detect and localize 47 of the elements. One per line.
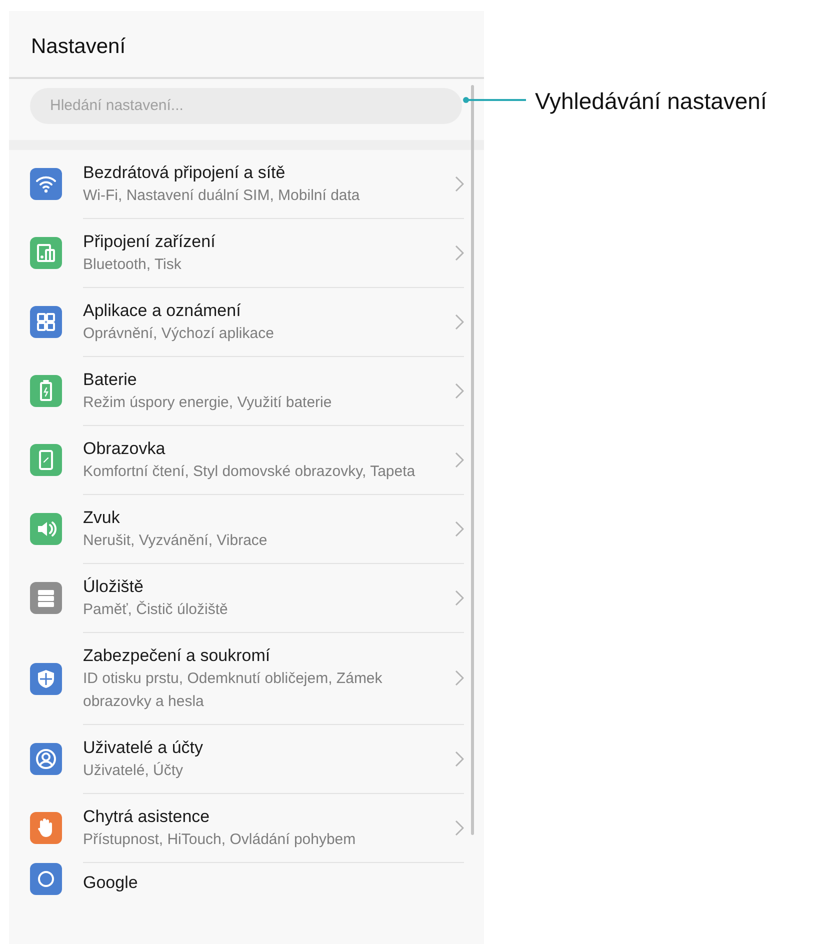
settings-item[interactable]: Obrazovka Komfortní čtení, Styl domovské obrazovky, Tapeta <box>9 426 484 494</box>
item-subtitle: Paměť, Čistič úložiště <box>83 600 229 620</box>
item-subtitle: Oprávnění, Výchozí aplikace <box>83 324 275 344</box>
chevron-icon <box>455 820 464 836</box>
settings-item[interactable]: Zvuk Nerušit, Vyzvánění, Vibrace <box>9 494 484 564</box>
settings-item[interactable]: Úložiště Paměť, Čistič úložiště <box>9 564 484 632</box>
settings-item[interactable]: Google <box>9 862 484 894</box>
item-title: Baterie <box>83 368 138 390</box>
page-title: Nastavení <box>31 35 126 58</box>
item-subtitle: Nerušit, Vyzvánění, Vibrace <box>83 530 268 550</box>
item-title: Bezdrátová připojení a sítě <box>83 162 286 184</box>
item-title: Uživatelé a účty <box>83 736 204 758</box>
leader-line <box>461 95 527 105</box>
item-title: Připojení zařízení <box>83 230 216 252</box>
item-subtitle: Wi-Fi, Nastavení duální SIM, Mobilní data <box>83 186 361 206</box>
chevron-icon <box>455 244 464 260</box>
chevron-icon <box>455 520 464 536</box>
chevron-icon <box>455 670 464 686</box>
item-title: Úložiště <box>83 576 144 598</box>
chevron-icon <box>455 452 464 468</box>
scrollbar[interactable] <box>471 85 474 835</box>
chevron-icon <box>455 750 464 766</box>
item-subtitle: Bluetooth, Tisk <box>83 254 182 274</box>
item-subtitle: Režim úspory energie, Využití baterie <box>83 392 333 412</box>
item-subtitle: Komfortní čtení, Styl domovské obrazovky, Tapeta <box>83 462 416 482</box>
chevron-icon <box>455 382 464 398</box>
item-title: Obrazovka <box>83 438 166 460</box>
item-title: Zvuk <box>83 506 121 528</box>
item-title: Chytrá asistence <box>83 806 211 828</box>
settings-item[interactable]: Uživatelé a účty Uživatelé, Účty <box>9 724 484 794</box>
callout-label: Vyhledávání nastavení <box>535 87 767 116</box>
search-field[interactable]: Hledání nastavení... <box>30 88 462 124</box>
item-title: Zabezpečení a soukromí <box>83 644 272 666</box>
settings-item[interactable]: Aplikace a oznámení Oprávnění, Výchozí aplikace <box>9 288 484 356</box>
settings-item[interactable]: Bezdrátová připojení a sítě Wi-Fi, Nastavení duální SIM, Mobilní data <box>9 150 484 218</box>
settings-item[interactable]: Chytrá asistence Přístupnost, HiTouch, Ovládání pohybem <box>9 794 484 862</box>
settings-item[interactable]: Připojení zařízení Bluetooth, Tisk <box>9 218 484 288</box>
item-subtitle: Uživatelé, Účty <box>83 760 184 780</box>
item-subtitle: ID otisku prstu, Odemknutí obličejem, Zámek obrazovky a hesla <box>83 668 384 712</box>
chevron-icon <box>455 176 464 192</box>
chevron-icon <box>455 314 464 330</box>
chevron-icon <box>455 590 464 606</box>
item-subtitle: Přístupnost, HiTouch, Ovládání pohybem <box>83 830 357 850</box>
item-title: Aplikace a oznámení <box>83 300 242 322</box>
settings-item[interactable]: Zabezpečení a soukromí ID otisku prstu, Odemknutí obličejem, Zámek obrazovky a hesla <box>9 632 484 724</box>
settings-item[interactable]: Baterie Režim úspory energie, Využití baterie <box>9 356 484 426</box>
item-title: Google <box>83 872 139 894</box>
